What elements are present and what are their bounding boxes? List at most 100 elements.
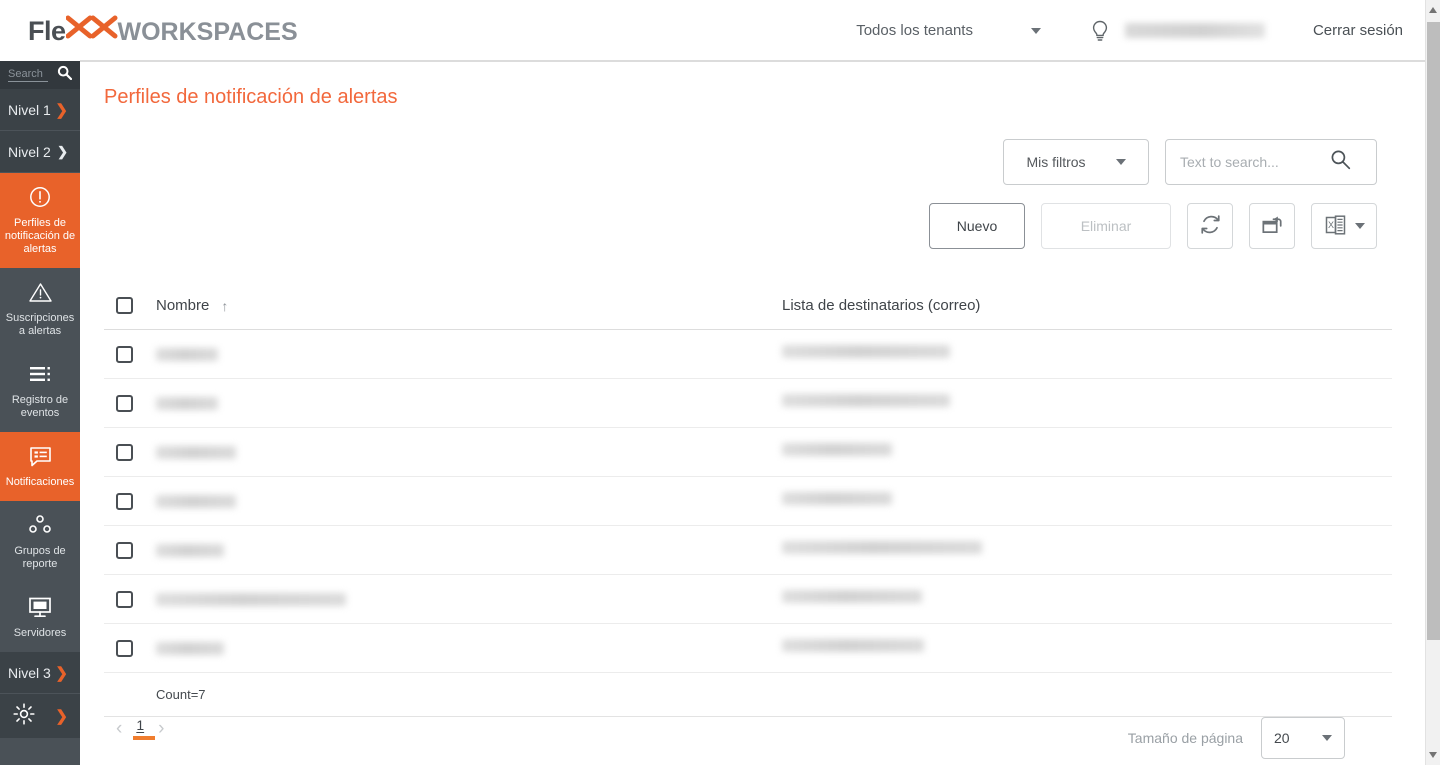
row-select-cell[interactable]: [104, 590, 156, 608]
row-checkbox[interactable]: [116, 639, 133, 657]
excel-export-button[interactable]: X: [1311, 203, 1377, 249]
row-checkbox[interactable]: [116, 590, 133, 608]
main-content: Perfiles de notificación de alertas Mis …: [80, 61, 1425, 765]
sidebar-search-placeholder: Search: [8, 68, 48, 82]
sidebar-item-servidores[interactable]: Servidores: [0, 583, 80, 652]
page-number-1[interactable]: 1: [133, 717, 155, 740]
sidebar-item-notificaciones[interactable]: Notificaciones: [0, 432, 80, 501]
search-box[interactable]: [1165, 139, 1377, 185]
warning-triangle-icon: [28, 280, 53, 304]
cell-nombre-value: [156, 543, 224, 557]
select-all-cell[interactable]: [104, 297, 156, 314]
refresh-button[interactable]: [1187, 203, 1233, 249]
cell-nombre: [156, 347, 782, 361]
sidebar-item-suscripciones-alertas-label: Suscripciones a alertas: [5, 312, 75, 337]
popout-button[interactable]: [1249, 203, 1295, 249]
table-row[interactable]: [104, 379, 1392, 428]
table-row[interactable]: [104, 477, 1392, 526]
cell-nombre: [156, 592, 782, 606]
row-select-cell[interactable]: [104, 639, 156, 657]
sort-ascending-icon: ↑: [221, 297, 229, 314]
application-window: Fle WORKSPACES Todos los tenants Cerrar …: [0, 0, 1440, 765]
sidebar-group-nivel-3[interactable]: Nivel 3 ❯: [0, 652, 80, 694]
cell-destinatarios-value: [782, 394, 950, 407]
table-row[interactable]: [104, 330, 1392, 379]
cell-destinatarios: [782, 345, 1392, 363]
page-size-value: 20: [1274, 730, 1290, 746]
tenant-selector[interactable]: Todos los tenants: [856, 22, 1041, 39]
row-checkbox[interactable]: [116, 541, 133, 559]
sidebar-group-nivel-1[interactable]: Nivel 1 ❯: [0, 89, 80, 131]
column-header-destinatarios[interactable]: Lista de destinatarios (correo): [782, 297, 1392, 315]
search-icon[interactable]: [57, 65, 73, 85]
sidebar-group-nivel-2[interactable]: Nivel 2 ❯: [0, 131, 80, 173]
sidebar-search[interactable]: Search: [0, 61, 80, 89]
chevron-left-icon[interactable]: ‹: [116, 718, 122, 740]
monitor-icon: [27, 595, 53, 619]
table-row[interactable]: [104, 624, 1392, 673]
table-row[interactable]: [104, 575, 1392, 624]
select-all-checkbox[interactable]: [116, 297, 133, 314]
cell-nombre-value: [156, 641, 224, 655]
table-body: [104, 330, 1392, 673]
cell-destinatarios-value: [782, 590, 922, 603]
sidebar-item-suscripciones-alertas[interactable]: Suscripciones a alertas: [0, 268, 80, 350]
cell-destinatarios-value: [782, 492, 892, 505]
chevron-right-icon: ❯: [55, 664, 68, 682]
delete-button: Eliminar: [1041, 203, 1171, 249]
chevron-down-icon: [1354, 223, 1365, 229]
row-checkbox[interactable]: [116, 443, 133, 461]
my-filters-label: Mis filtros: [1026, 154, 1086, 170]
logout-link[interactable]: Cerrar sesión: [1313, 22, 1403, 39]
pagination: ‹ 1 ›: [116, 717, 164, 740]
my-filters-dropdown[interactable]: Mis filtros: [1003, 139, 1149, 185]
brand-text-xx: [65, 14, 118, 47]
cell-nombre: [156, 494, 782, 508]
tenant-selector-label: Todos los tenants: [856, 22, 973, 39]
row-checkbox[interactable]: [116, 492, 133, 510]
cell-nombre-value: [156, 494, 236, 508]
sidebar-item-perfiles-notificacion-label: Perfiles de notificación de alertas: [4, 217, 76, 255]
brand-text-fle: Fle: [28, 16, 66, 46]
sidebar-footer: [0, 738, 80, 765]
row-select-cell[interactable]: [104, 541, 156, 559]
chevron-down-icon: [1030, 27, 1041, 34]
sidebar-item-registro-eventos[interactable]: Registro de eventos: [0, 350, 80, 432]
row-checkbox[interactable]: [116, 394, 133, 412]
row-select-cell[interactable]: [104, 345, 156, 363]
column-header-nombre[interactable]: Nombre ↑: [156, 297, 782, 314]
chevron-down-icon: [1115, 159, 1126, 165]
brand-text-workspaces: WORKSPACES: [117, 18, 298, 46]
sidebar-item-grupos-reporte[interactable]: Grupos de reporte: [0, 501, 80, 583]
table-row[interactable]: [104, 526, 1392, 575]
notification-bubble-icon: [28, 444, 53, 468]
row-select-cell[interactable]: [104, 394, 156, 412]
sidebar-settings[interactable]: ❯: [0, 694, 80, 738]
scroll-down-icon[interactable]: [1429, 752, 1437, 758]
vertical-scrollbar[interactable]: [1425, 0, 1440, 765]
user-email-redacted: [1124, 23, 1265, 38]
row-select-cell[interactable]: [104, 443, 156, 461]
left-sidebar: Search Nivel 1 ❯ Nivel 2 ❯ Perfiles de n…: [0, 61, 80, 765]
table-header-row: Nombre ↑ Lista de destinatarios (correo): [104, 282, 1392, 330]
row-checkbox[interactable]: [116, 345, 133, 363]
sidebar-item-perfiles-notificacion[interactable]: Perfiles de notificación de alertas: [0, 173, 80, 268]
top-header: Fle WORKSPACES Todos los tenants Cerrar …: [0, 0, 1425, 61]
search-input[interactable]: [1180, 154, 1330, 170]
chevron-right-icon[interactable]: ›: [158, 718, 164, 740]
excel-export-icon: X: [1324, 213, 1348, 240]
cell-destinatarios: [782, 590, 1392, 608]
brand-logo: Fle WORKSPACES: [28, 14, 298, 47]
search-icon[interactable]: [1330, 149, 1351, 175]
scroll-up-icon[interactable]: [1429, 7, 1437, 13]
column-header-nombre-label: Nombre: [156, 297, 210, 314]
table-row[interactable]: [104, 428, 1392, 477]
page-size-select[interactable]: 20: [1261, 717, 1345, 759]
cell-nombre: [156, 641, 782, 655]
new-button[interactable]: Nuevo: [929, 203, 1025, 249]
row-select-cell[interactable]: [104, 492, 156, 510]
lightbulb-icon[interactable]: [1089, 19, 1111, 43]
gear-icon: [12, 702, 36, 731]
sidebar-group-nivel-3-label: Nivel 3: [8, 664, 51, 681]
scrollbar-thumb[interactable]: [1427, 22, 1440, 640]
